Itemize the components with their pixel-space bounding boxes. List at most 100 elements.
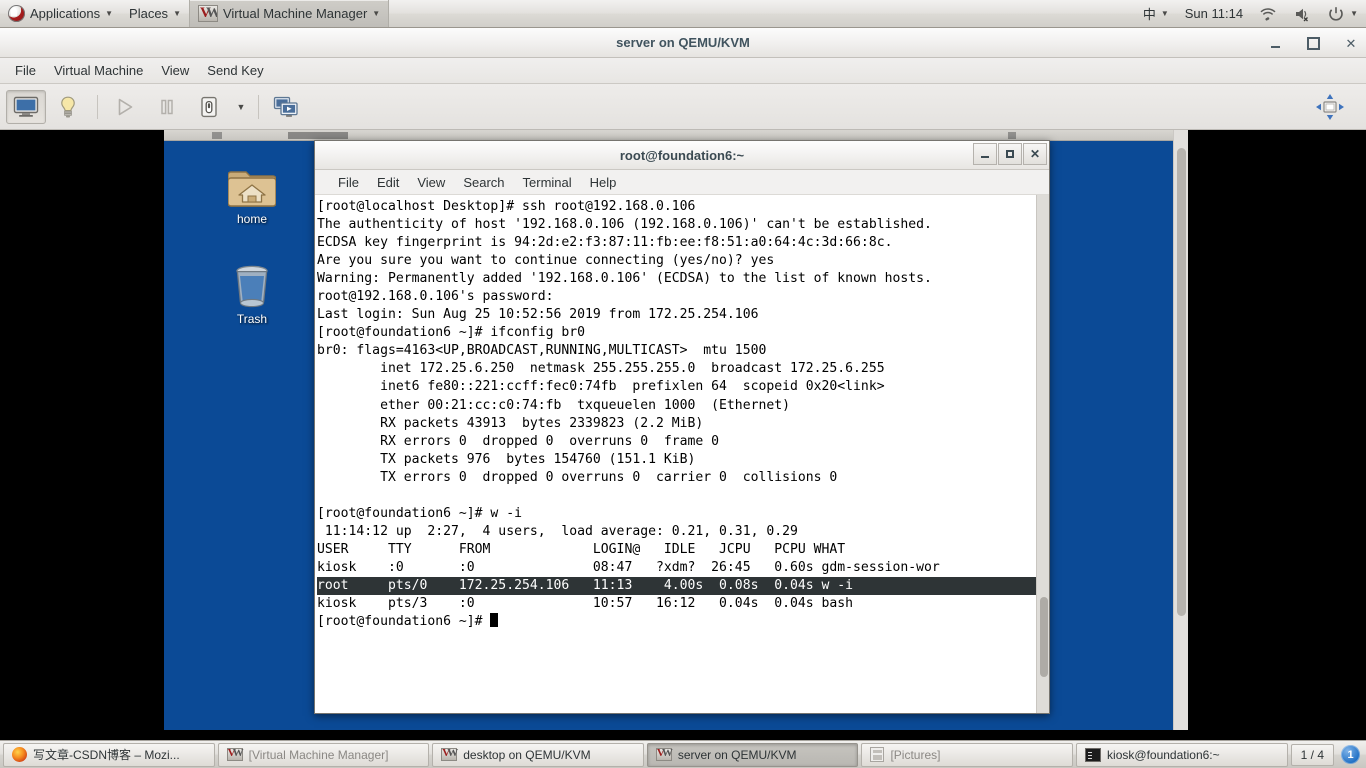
workspace-badge[interactable]: 1 xyxy=(1341,745,1361,764)
gnome-terminal-window: root@foundation6:~ ✕ File Edit View Sear… xyxy=(314,140,1050,714)
snapshots-icon xyxy=(273,96,298,117)
pause-button[interactable] xyxy=(147,90,187,124)
desktop-icon-trash-label: Trash xyxy=(236,312,268,326)
terminal-output[interactable]: [root@localhost Desktop]# ssh root@192.1… xyxy=(315,195,1036,713)
terminal-highlighted-line: root pts/0 172.25.254.106 11:13 4.00s 0.… xyxy=(317,576,1036,596)
chevron-down-icon: ▼ xyxy=(372,8,381,18)
desktop-icon-home-label: home xyxy=(236,212,268,226)
menu-view[interactable]: View xyxy=(152,60,198,81)
vmm-icon: VW xyxy=(655,747,673,761)
menu-virtual-machine[interactable]: Virtual Machine xyxy=(45,60,152,81)
terminal-menu-view[interactable]: View xyxy=(408,173,454,192)
clock[interactable]: Sun 11:14 xyxy=(1177,0,1251,27)
terminal-menu-terminal[interactable]: Terminal xyxy=(514,173,581,192)
taskbar-item-label: 写文章-CSDN博客 – Mozi... xyxy=(33,748,180,762)
minimize-icon[interactable] xyxy=(1268,36,1282,50)
active-application-menu[interactable]: VW Virtual Machine Manager ▼ xyxy=(188,0,390,27)
fedora-logo-icon xyxy=(8,5,25,22)
guest-window-scrollbar[interactable] xyxy=(1173,130,1188,730)
snapshots-button[interactable] xyxy=(266,90,306,124)
chevron-down-icon: ▼ xyxy=(1350,8,1358,18)
minimize-icon[interactable] xyxy=(973,143,997,165)
vmm-toolbar: ▼ xyxy=(0,84,1366,130)
applications-menu-label: Applications xyxy=(30,6,101,21)
taskbar-item-label: desktop on QEMU/KVM xyxy=(463,747,591,762)
terminal-menu-search[interactable]: Search xyxy=(454,173,513,192)
input-method-indicator[interactable]: 中 ▼ xyxy=(1135,0,1177,27)
terminal-menu-edit[interactable]: Edit xyxy=(368,173,408,192)
show-console-button[interactable] xyxy=(6,89,46,124)
show-details-button[interactable] xyxy=(48,90,88,124)
taskbar-item-desktop-vm[interactable]: VW desktop on QEMU/KVM xyxy=(432,742,644,767)
taskbar-item-pictures[interactable]: [Pictures] xyxy=(861,742,1074,767)
fullscreen-icon xyxy=(1316,94,1344,120)
close-icon[interactable]: ✕ xyxy=(1344,36,1358,50)
toolbar-separator xyxy=(97,94,98,119)
taskbar-item-virtual-machine-manager[interactable]: VW [Virtual Machine Manager] xyxy=(217,742,430,767)
fullscreen-button[interactable] xyxy=(1310,90,1350,124)
terminal-window-title: root@foundation6:~ xyxy=(619,148,745,163)
terminal-icon xyxy=(1085,747,1102,762)
applications-menu[interactable]: Applications ▼ xyxy=(0,0,121,27)
chevron-down-icon: ▼ xyxy=(173,8,181,18)
vm-console-viewport[interactable]: home Trash root@foundation6:~ ✕ File Edi… xyxy=(0,130,1366,740)
taskbar-item-label: server on QEMU/KVM xyxy=(677,747,797,762)
menu-file[interactable]: File xyxy=(6,60,45,81)
terminal-titlebar[interactable]: root@foundation6:~ ✕ xyxy=(315,141,1049,170)
power-off-icon xyxy=(201,96,217,117)
guest-window-scrollbar-thumb[interactable] xyxy=(1177,148,1186,616)
home-folder-icon xyxy=(210,158,294,208)
workspace-indicator[interactable]: 1 / 4 xyxy=(1290,743,1335,766)
system-menu[interactable]: ▼ xyxy=(1319,0,1366,27)
active-application-label: Virtual Machine Manager xyxy=(222,6,368,21)
volume-indicator[interactable] xyxy=(1285,0,1319,27)
toolbar-separator-2 xyxy=(258,94,259,119)
chevron-down-icon: ▼ xyxy=(105,8,114,18)
vmm-window-title: server on QEMU/KVM xyxy=(616,35,750,50)
taskbar-item-firefox[interactable]: 写文章-CSDN博客 – Mozi... xyxy=(3,742,215,767)
places-menu-label: Places xyxy=(129,6,169,21)
terminal-prompt: [root@foundation6 ~]# xyxy=(317,614,491,630)
vmm-menubar: File Virtual Machine View Send Key xyxy=(0,58,1366,84)
run-button[interactable] xyxy=(105,90,145,124)
vmm-window-controls: ✕ xyxy=(1268,28,1358,58)
shutdown-options-caret[interactable]: ▼ xyxy=(231,90,251,124)
terminal-body[interactable]: [root@localhost Desktop]# ssh root@192.1… xyxy=(315,195,1049,713)
maximize-icon[interactable] xyxy=(998,143,1022,165)
terminal-scrollbar[interactable] xyxy=(1036,195,1049,713)
bottom-taskbar: 写文章-CSDN博客 – Mozi... VW [Virtual Machine… xyxy=(0,740,1366,768)
taskbar-item-kiosk-terminal[interactable]: kiosk@foundation6:~ xyxy=(1076,742,1288,767)
lightbulb-icon xyxy=(61,96,75,117)
chevron-down-icon: ▼ xyxy=(1160,8,1169,18)
terminal-scrollback-after: kiosk pts/3 :0 10:57 16:12 0.04s 0.04s b… xyxy=(317,596,854,612)
wifi-icon xyxy=(1260,7,1276,21)
terminal-scrollback-before: [root@localhost Desktop]# ssh root@192.1… xyxy=(317,199,940,575)
guest-desktop[interactable]: home Trash root@foundation6:~ ✕ File Edi… xyxy=(164,130,1188,730)
terminal-menu-help[interactable]: Help xyxy=(581,173,626,192)
desktop-icon-trash[interactable]: Trash xyxy=(210,258,294,326)
monitor-icon xyxy=(13,96,39,117)
pause-icon xyxy=(161,99,173,114)
clock-label: Sun 11:14 xyxy=(1184,6,1244,21)
vmm-icon: VW xyxy=(226,747,244,761)
maximize-icon[interactable] xyxy=(1306,36,1320,50)
taskbar-item-label: kiosk@foundation6:~ xyxy=(1107,747,1220,762)
taskbar-item-server-vm[interactable]: VW server on QEMU/KVM xyxy=(646,742,859,767)
wifi-indicator[interactable] xyxy=(1251,0,1285,27)
shutdown-button[interactable] xyxy=(189,90,229,124)
places-menu[interactable]: Places ▼ xyxy=(121,0,189,27)
close-icon[interactable]: ✕ xyxy=(1023,143,1047,165)
terminal-cursor xyxy=(490,613,499,628)
terminal-window-controls: ✕ xyxy=(972,143,1047,165)
terminal-scrollbar-thumb[interactable] xyxy=(1040,597,1048,677)
virt-manager-window: server on QEMU/KVM ✕ File Virtual Machin… xyxy=(0,28,1366,740)
vmm-titlebar: server on QEMU/KVM ✕ xyxy=(0,28,1366,58)
play-icon xyxy=(118,98,133,115)
input-method-label: 中 xyxy=(1142,7,1156,22)
folder-icon xyxy=(870,747,885,762)
vmm-icon: VW xyxy=(441,747,459,761)
terminal-menu-file[interactable]: File xyxy=(329,173,368,192)
menu-send-key[interactable]: Send Key xyxy=(198,60,272,81)
taskbar-item-label: [Pictures] xyxy=(890,747,941,762)
desktop-icon-home[interactable]: home xyxy=(210,158,294,226)
